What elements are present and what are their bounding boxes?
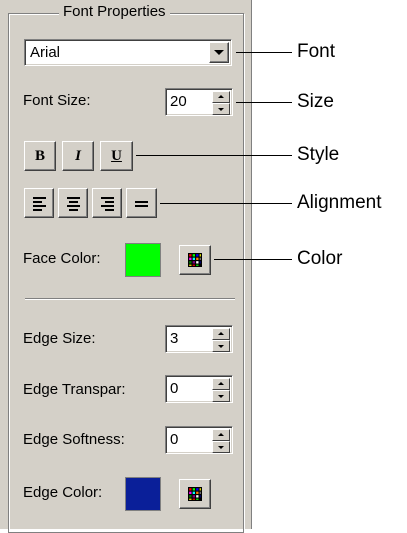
edge-color-label: Edge Color:: [23, 484, 103, 501]
spin-down-button[interactable]: [212, 441, 230, 453]
bold-label: B: [34, 148, 45, 164]
callout-line-style: [136, 155, 292, 156]
spin-buttons: [212, 328, 230, 352]
font-size-label: Font Size:: [23, 92, 91, 109]
callout-style: Style: [297, 144, 340, 165]
underline-button[interactable]: U: [100, 141, 133, 171]
align-left-button[interactable]: [24, 188, 54, 218]
align-right-button[interactable]: [92, 188, 122, 218]
spin-up-button[interactable]: [212, 429, 230, 441]
bold-button[interactable]: B: [24, 141, 56, 171]
callout-line-color: [214, 259, 292, 260]
arrow-up-icon: [218, 332, 224, 335]
arrow-down-icon: [218, 345, 224, 348]
callout-line-size: [236, 102, 292, 103]
edge-transparency-value: 0: [170, 380, 179, 397]
edge-size-label: Edge Size:: [23, 330, 96, 347]
group-title: Font Properties: [59, 3, 170, 21]
align-justify-icon: [135, 197, 150, 211]
edge-color-swatch[interactable]: [125, 477, 161, 511]
spin-down-button[interactable]: [212, 340, 230, 352]
edge-transparency-spinner[interactable]: 0: [165, 375, 233, 403]
edge-size-spinner[interactable]: 3: [165, 325, 233, 353]
align-right-icon: [101, 197, 116, 211]
callout-line-alignment: [160, 203, 292, 204]
align-left-icon: [33, 197, 48, 211]
align-center-icon: [67, 197, 82, 211]
callout-line-font: [236, 52, 292, 53]
callout-font: Font: [297, 41, 336, 62]
section-divider: [25, 298, 235, 300]
dropdown-arrow-button[interactable]: [209, 42, 229, 63]
palette-icon: [188, 253, 202, 267]
palette-icon: [188, 487, 202, 501]
arrow-up-icon: [218, 382, 224, 385]
edge-color-picker-button[interactable]: [179, 479, 211, 509]
edge-transparency-label: Edge Transpar:: [23, 381, 126, 398]
spin-up-button[interactable]: [212, 328, 230, 340]
spin-buttons: [212, 378, 230, 402]
arrow-down-icon: [218, 446, 224, 449]
spin-buttons: [212, 91, 230, 115]
chevron-down-icon: [214, 50, 224, 55]
font-size-value: 20: [170, 93, 187, 110]
font-dropdown-value: Arial: [30, 44, 61, 61]
face-color-label: Face Color:: [23, 250, 101, 267]
font-dropdown[interactable]: Arial: [24, 39, 232, 66]
spin-down-button[interactable]: [212, 103, 230, 115]
italic-label: I: [75, 148, 81, 164]
align-justify-button[interactable]: [126, 188, 157, 218]
font-size-spinner[interactable]: 20: [165, 88, 233, 116]
italic-button[interactable]: I: [62, 141, 94, 171]
edge-softness-value: 0: [170, 431, 179, 448]
face-color-swatch[interactable]: [125, 243, 161, 277]
spin-up-button[interactable]: [212, 91, 230, 103]
font-properties-panel: Font Properties Arial Font Size: 20 B I …: [0, 0, 252, 533]
spin-up-button[interactable]: [212, 378, 230, 390]
edge-softness-spinner[interactable]: 0: [165, 426, 233, 454]
arrow-down-icon: [218, 395, 224, 398]
edge-softness-label: Edge Softness:: [23, 431, 125, 448]
align-center-button[interactable]: [58, 188, 88, 218]
edge-size-value: 3: [170, 330, 179, 347]
spin-buttons: [212, 429, 230, 453]
arrow-up-icon: [218, 433, 224, 436]
arrow-down-icon: [218, 108, 224, 111]
arrow-up-icon: [218, 95, 224, 98]
spin-down-button[interactable]: [212, 390, 230, 402]
underline-label: U: [111, 148, 122, 164]
callout-color: Color: [297, 248, 343, 269]
face-color-picker-button[interactable]: [179, 245, 211, 275]
callout-size: Size: [297, 91, 334, 112]
callout-alignment: Alignment: [297, 192, 382, 213]
